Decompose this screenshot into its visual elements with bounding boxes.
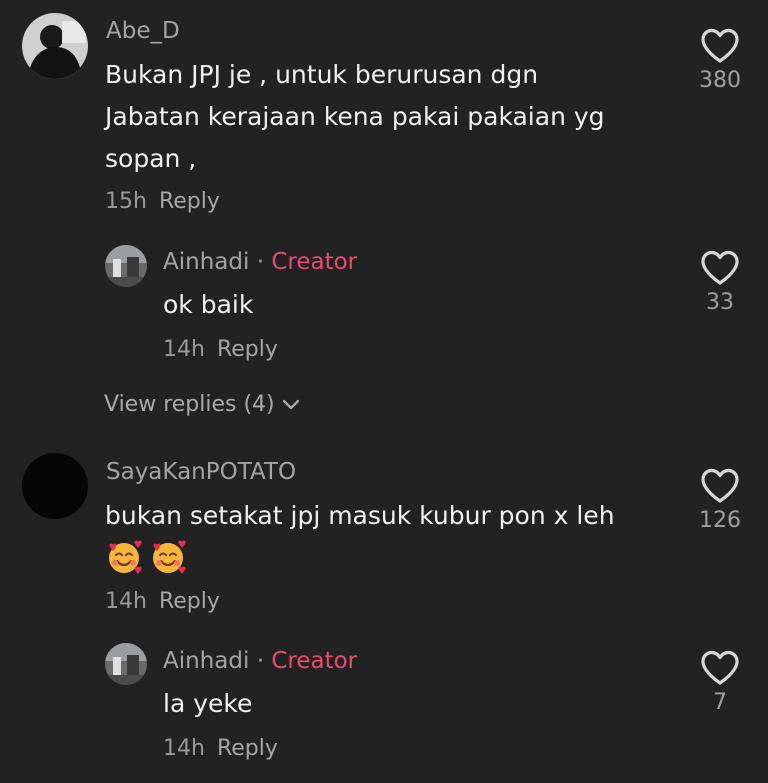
comment-text-line: Bukan JPJ je , untuk berurusan dgn xyxy=(105,60,539,89)
reply-button[interactable]: Reply xyxy=(159,589,220,614)
comment-time: 14h xyxy=(163,736,205,761)
comments-screen: Abe_D Bukan JPJ je , untuk berurusan dgn… xyxy=(0,0,768,783)
comment-meta: 14h Reply xyxy=(163,736,278,761)
comment-text-line: Jabatan kerajaan kena pakai pakaian yg xyxy=(105,102,605,131)
comment-text: bukan setakat jpj masuk kubur pon x leh xyxy=(105,501,615,530)
view-replies-button[interactable]: View replies (4) xyxy=(104,392,301,417)
like-button[interactable]: 7 xyxy=(692,650,748,715)
like-count: 7 xyxy=(713,690,727,715)
like-button[interactable]: 33 xyxy=(692,250,748,315)
like-button[interactable]: 126 xyxy=(692,468,748,533)
creator-badge: Creator xyxy=(271,249,358,275)
avatar[interactable] xyxy=(105,245,147,287)
like-button[interactable]: 380 xyxy=(692,28,748,93)
emoji-row xyxy=(105,538,187,576)
reply-username[interactable]: Ainhadi xyxy=(163,648,249,674)
comment-text: ok baik xyxy=(163,290,254,319)
reply-button[interactable]: Reply xyxy=(217,337,278,362)
smiling-face-with-hearts-icon xyxy=(153,540,186,574)
reply-username[interactable]: Ainhadi xyxy=(163,249,249,275)
reply-username-row: Ainhadi · Creator xyxy=(163,648,357,674)
comment-meta: 14h Reply xyxy=(163,337,278,362)
like-count: 126 xyxy=(699,508,741,533)
chevron-down-icon xyxy=(282,399,299,410)
reply-button[interactable]: Reply xyxy=(217,736,278,761)
avatar[interactable] xyxy=(22,453,88,519)
separator-dot: · xyxy=(256,648,264,674)
comment-text: Bukan JPJ je , untuk berurusan dgn Jabat… xyxy=(105,54,605,180)
comment-username[interactable]: SayaKanPOTATO xyxy=(106,459,296,485)
comment-meta: 15h Reply xyxy=(105,189,220,214)
like-count: 380 xyxy=(699,68,741,93)
comment-time: 15h xyxy=(105,189,147,214)
heart-outline-icon xyxy=(701,28,739,63)
heart-outline-icon xyxy=(701,468,739,503)
separator-dot: · xyxy=(256,249,264,275)
comment-meta: 14h Reply xyxy=(105,589,220,614)
creator-badge: Creator xyxy=(271,648,358,674)
smiling-face-with-hearts-icon xyxy=(109,540,142,574)
like-count: 33 xyxy=(706,290,734,315)
comment-time: 14h xyxy=(163,337,205,362)
reply-button[interactable]: Reply xyxy=(159,189,220,214)
heart-outline-icon xyxy=(701,250,739,285)
reply-username-row: Ainhadi · Creator xyxy=(163,249,357,275)
avatar[interactable] xyxy=(105,643,147,685)
comment-time: 14h xyxy=(105,589,147,614)
comment-username[interactable]: Abe_D xyxy=(106,18,180,44)
comment-text: la yeke xyxy=(163,689,253,718)
avatar[interactable] xyxy=(22,13,88,79)
heart-outline-icon xyxy=(701,650,739,685)
comment-text-line: sopan , xyxy=(105,144,197,173)
view-replies-label: View replies (4) xyxy=(104,392,275,417)
